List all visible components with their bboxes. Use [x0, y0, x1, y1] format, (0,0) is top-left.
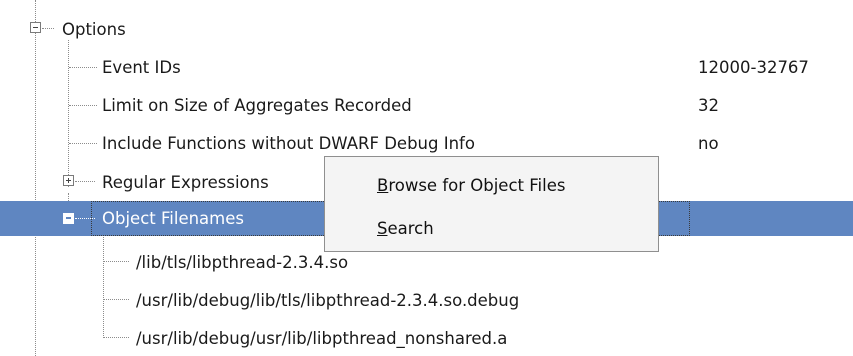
tree-connector	[69, 143, 97, 144]
tree-row-options[interactable]: Options	[0, 13, 853, 47]
limit-size-label: Limit on Size of Aggregates Recorded	[102, 96, 412, 115]
tree-connector	[104, 261, 129, 262]
tree-connector	[69, 105, 97, 106]
file-path: /lib/tls/libpthread-2.3.4.so	[136, 253, 349, 272]
tree-connector	[104, 299, 129, 300]
event-ids-value: 12000-32767	[698, 58, 809, 77]
search-mnemonic: S	[377, 219, 388, 238]
file-path: /usr/lib/debug/lib/tls/libpthread-2.3.4.…	[136, 291, 520, 310]
browse-label-rest: rowse for Object Files	[388, 176, 566, 195]
search-label-rest: earch	[387, 219, 434, 238]
browse-mnemonic: B	[377, 176, 389, 195]
include-functions-label: Include Functions without DWARF Debug In…	[102, 134, 475, 153]
limit-size-value: 32	[698, 96, 719, 115]
include-functions-value: no	[698, 134, 719, 153]
tree-connector	[104, 337, 129, 338]
tree-row-file[interactable]: /usr/lib/debug/usr/lib/libpthread_nonsha…	[0, 322, 853, 356]
browse-for-object-files-menu-item[interactable]: Browse for Object Files	[325, 168, 658, 204]
tree-row-file[interactable]: /usr/lib/debug/lib/tls/libpthread-2.3.4.…	[0, 284, 853, 318]
tree-row-limit-size[interactable]: Limit on Size of Aggregates Recorded 32	[0, 89, 853, 123]
search-menu-label: Search	[377, 219, 434, 239]
search-menu-item[interactable]: Search	[325, 211, 658, 247]
browse-menu-label: Browse for Object Files	[377, 176, 565, 196]
tree-row-event-ids[interactable]: Event IDs 12000-32767	[0, 51, 853, 85]
regular-expressions-label: Regular Expressions	[102, 173, 269, 192]
options-label: Options	[62, 20, 126, 39]
event-ids-label: Event IDs	[102, 58, 181, 77]
file-path: /usr/lib/debug/usr/lib/libpthread_nonsha…	[136, 329, 508, 348]
tree-connector	[75, 181, 95, 182]
tree-connector	[42, 28, 54, 29]
collapse-toggle-icon[interactable]	[30, 22, 41, 33]
context-menu: Browse for Object Files Search	[324, 156, 659, 252]
expand-toggle-icon[interactable]	[63, 175, 74, 186]
tree-connector	[69, 67, 97, 68]
collapse-toggle-icon[interactable]	[63, 213, 74, 224]
